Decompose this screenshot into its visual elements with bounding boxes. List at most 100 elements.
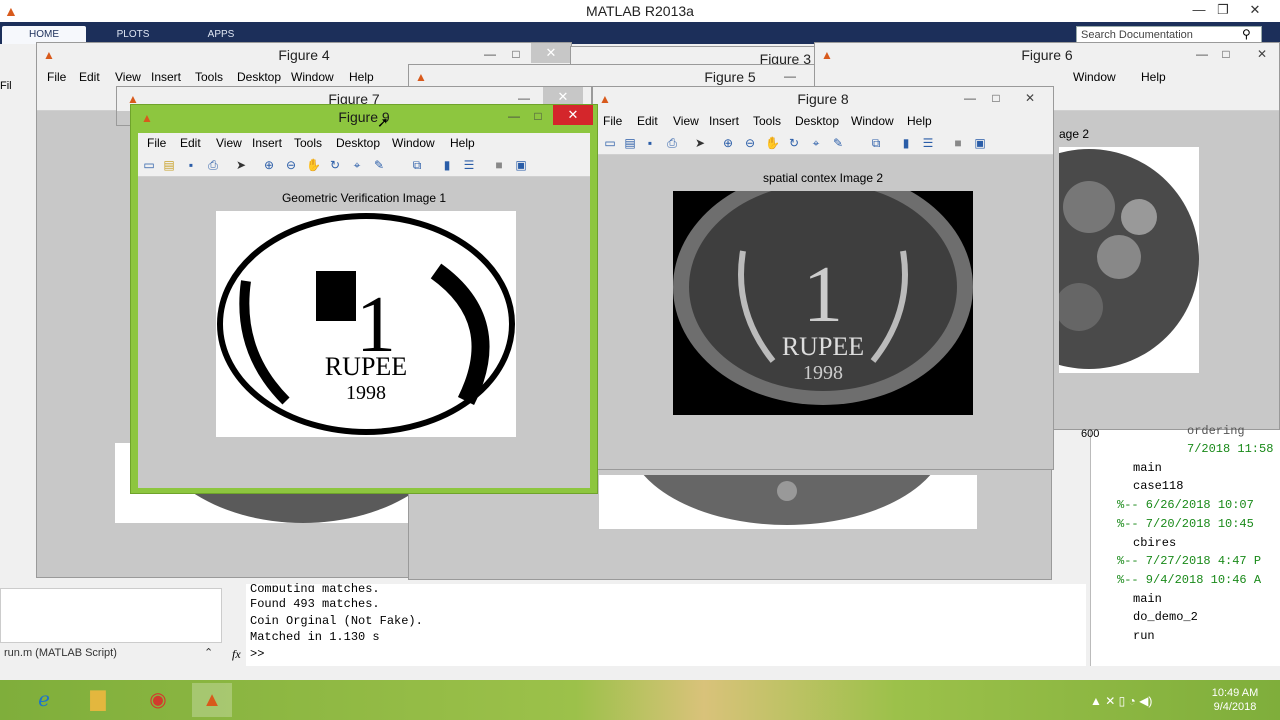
minimize-button[interactable]: —	[1191, 45, 1213, 63]
save-icon[interactable]: ▪	[184, 158, 198, 172]
zoom-in-icon[interactable]: ⊕	[721, 136, 735, 150]
maximize-button[interactable]: □	[527, 107, 549, 125]
menu-desktop[interactable]: Desktop	[795, 114, 839, 128]
chevron-up-icon[interactable]: ⌃	[204, 643, 213, 663]
menu-desktop[interactable]: Desktop	[237, 70, 281, 84]
pointer-icon[interactable]: ➤	[693, 136, 707, 150]
legend-icon[interactable]: ☰	[462, 158, 476, 172]
menu-tools[interactable]: Tools	[753, 114, 781, 128]
restore-button[interactable]: ❐	[1208, 0, 1238, 20]
fx-icon[interactable]: fx	[232, 647, 241, 662]
open-icon[interactable]: ▤	[162, 158, 176, 172]
maximize-button[interactable]: □	[1215, 45, 1237, 63]
link-icon[interactable]: ⧉	[410, 158, 424, 172]
close-button[interactable]: ✕	[1019, 89, 1041, 107]
pan-icon[interactable]: ✋	[306, 158, 321, 172]
history-entry[interactable]: 7/2018 11:58	[1187, 442, 1273, 456]
datacursor-icon[interactable]: ⌖	[350, 158, 364, 172]
menu-help[interactable]: Help	[450, 136, 475, 150]
rotate-icon[interactable]: ↻	[328, 158, 342, 172]
zoom-out-icon[interactable]: ⊖	[284, 158, 298, 172]
system-tray-icons[interactable]: ▲ ✕ ▯ ◔ ◀)	[1090, 694, 1152, 708]
command-prompt[interactable]: >>	[250, 647, 264, 661]
save-icon[interactable]: ▪	[643, 136, 657, 150]
zoom-in-icon[interactable]: ⊕	[262, 158, 276, 172]
open-icon[interactable]: ▤	[623, 136, 637, 150]
menu-help[interactable]: Help	[349, 70, 374, 84]
menu-edit[interactable]: Edit	[637, 114, 658, 128]
figure-9-window[interactable]: Figure 9 ▲ — □ ✕ File Edit View Insert T…	[130, 104, 598, 494]
menu-insert[interactable]: Insert	[252, 136, 282, 150]
rotate-icon[interactable]: ↻	[787, 136, 801, 150]
menu-tools[interactable]: Tools	[294, 136, 322, 150]
menu-tools[interactable]: Tools	[195, 70, 223, 84]
history-entry[interactable]: %-- 6/26/2018 10:07	[1117, 498, 1254, 512]
close-button[interactable]: ✕	[531, 43, 571, 63]
file-explorer-icon[interactable]: ▇	[78, 683, 118, 717]
history-entry[interactable]: cbires	[1133, 536, 1176, 550]
history-entry[interactable]: run	[1133, 629, 1155, 643]
minimize-button[interactable]: —	[779, 67, 801, 85]
zoom-out-icon[interactable]: ⊖	[743, 136, 757, 150]
search-icon[interactable]: ⚲	[1242, 27, 1251, 41]
print-icon[interactable]: ⎙	[206, 158, 220, 172]
new-figure-icon[interactable]: ▭	[142, 158, 156, 172]
menu-view[interactable]: View	[216, 136, 242, 150]
menu-edit[interactable]: Edit	[79, 70, 100, 84]
menu-file[interactable]: File	[147, 136, 166, 150]
history-entry[interactable]: ordering	[1187, 424, 1245, 438]
menu-insert[interactable]: Insert	[709, 114, 739, 128]
close-button[interactable]: ✕	[1240, 0, 1270, 20]
chrome-icon[interactable]: ◉	[138, 683, 178, 717]
menu-file[interactable]: File	[47, 70, 66, 84]
menu-view[interactable]: View	[115, 70, 141, 84]
maximize-button[interactable]: □	[985, 89, 1007, 107]
minimize-button[interactable]: —	[503, 107, 525, 125]
colorbar-icon[interactable]: ▮	[440, 158, 454, 172]
hide-plot-tools-icon[interactable]: ■	[492, 158, 506, 172]
show-plot-tools-icon[interactable]: ▣	[514, 158, 528, 172]
menu-view[interactable]: View	[673, 114, 699, 128]
history-entry[interactable]: main	[1133, 461, 1162, 475]
menu-window[interactable]: Window	[1073, 70, 1116, 84]
link-icon[interactable]: ⧉	[869, 136, 883, 150]
history-entry[interactable]: %-- 9/4/2018 10:46 A	[1117, 573, 1261, 587]
menu-desktop[interactable]: Desktop	[336, 136, 380, 150]
print-icon[interactable]: ⎙	[665, 136, 679, 150]
pan-icon[interactable]: ✋	[765, 136, 780, 150]
menu-window[interactable]: Window	[851, 114, 894, 128]
maximize-button[interactable]: □	[505, 45, 527, 63]
menu-insert[interactable]: Insert	[151, 70, 181, 84]
datacursor-icon[interactable]: ⌖	[809, 136, 823, 150]
brush-icon[interactable]: ✎	[372, 158, 386, 172]
command-window[interactable]: Computing matches. Found 493 matches. Co…	[232, 582, 1086, 666]
hide-plot-tools-icon[interactable]: ■	[951, 136, 965, 150]
menu-file[interactable]: File	[603, 114, 622, 128]
minimize-button[interactable]: —	[959, 89, 981, 107]
menu-edit[interactable]: Edit	[180, 136, 201, 150]
history-entry[interactable]: do_demo_2	[1133, 610, 1198, 624]
legend-icon[interactable]: ☰	[921, 136, 935, 150]
colorbar-icon[interactable]: ▮	[899, 136, 913, 150]
editor-file-tab[interactable]: run.m (MATLAB Script) ⌃	[0, 642, 222, 666]
internet-explorer-icon[interactable]: ℯ	[24, 683, 64, 717]
close-button[interactable]: ✕	[1251, 45, 1273, 63]
history-entry[interactable]: main	[1133, 592, 1162, 606]
pointer-icon[interactable]: ➤	[234, 158, 248, 172]
history-entry[interactable]: %-- 7/20/2018 10:45	[1117, 517, 1254, 531]
history-entry[interactable]: case118	[1133, 479, 1183, 493]
brush-icon[interactable]: ✎	[831, 136, 845, 150]
menu-window[interactable]: Window	[291, 70, 334, 84]
command-history-panel[interactable]: 600 ordering 7/2018 11:58 main case118 %…	[1081, 424, 1280, 666]
figure-8-window[interactable]: Figure 8 ▲ — □ ✕ File Edit View Insert T…	[592, 86, 1054, 470]
close-button[interactable]: ✕	[553, 105, 593, 125]
menu-help[interactable]: Help	[1141, 70, 1166, 84]
main-menu-file[interactable]: File	[0, 80, 12, 92]
taskbar-clock[interactable]: 10:49 AM 9/4/2018	[1200, 686, 1270, 714]
minimize-button[interactable]: —	[479, 45, 501, 63]
show-plot-tools-icon[interactable]: ▣	[973, 136, 987, 150]
matlab-taskbar-icon[interactable]: ▲	[192, 683, 232, 717]
history-entry[interactable]: %-- 7/27/2018 4:47 P	[1117, 554, 1261, 568]
menu-window[interactable]: Window	[392, 136, 435, 150]
menu-help[interactable]: Help	[907, 114, 932, 128]
